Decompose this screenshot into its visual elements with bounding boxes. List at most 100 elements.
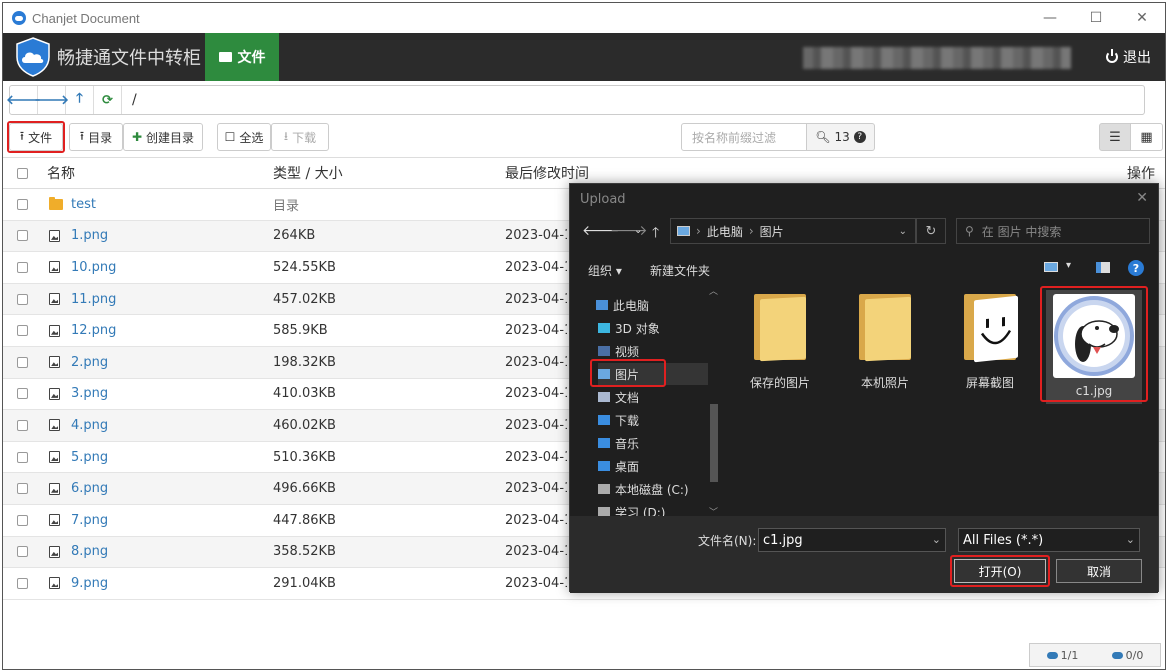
current-path[interactable]: / — [132, 92, 137, 108]
minimize-button[interactable]: — — [1027, 3, 1073, 33]
row-checkbox[interactable] — [17, 514, 28, 526]
tree-item-label: 学习 (D:) — [615, 505, 666, 517]
nav-tab-file-label: 文件 — [237, 50, 266, 66]
tree-item[interactable]: 3D 对象 — [598, 317, 710, 339]
grid-icon: ▦ — [1140, 129, 1153, 145]
file-name-link[interactable]: 10.png — [71, 252, 116, 283]
filename-input[interactable]: c1.jpg ⌄ — [758, 528, 946, 552]
file-name-link[interactable]: 7.png — [71, 505, 108, 536]
file-name-link[interactable]: 8.png — [71, 537, 108, 568]
dialog-address-bar[interactable]: › 此电脑 › 图片 ⌄ — [670, 218, 916, 244]
create-dir-button[interactable]: ✚ 创建目录 — [123, 123, 203, 151]
file-modified: 2023-04-11 — [505, 259, 567, 275]
row-checkbox[interactable] — [17, 483, 28, 495]
tree-scroll-thumb[interactable] — [710, 404, 718, 482]
file-name-link[interactable]: 4.png — [71, 410, 108, 441]
nav-tab-file[interactable]: 文件 — [205, 33, 279, 81]
upload-status[interactable]: 1/1 — [1046, 649, 1078, 662]
dialog-refresh-button[interactable]: ↻ — [916, 218, 946, 244]
close-window-button[interactable]: ✕ — [1119, 3, 1165, 33]
file-name-link[interactable]: 12.png — [71, 315, 116, 346]
dialog-help-icon[interactable]: ? — [1128, 260, 1144, 276]
tree-scrollbar[interactable]: ︿ ﹀ — [708, 284, 720, 518]
breadcrumb-this-pc[interactable]: 此电脑 — [707, 223, 743, 240]
file-name-link[interactable]: 3.png — [71, 379, 108, 410]
file-name-link[interactable]: test — [71, 189, 96, 220]
row-checkbox[interactable] — [17, 356, 28, 368]
filter-input[interactable]: 按名称前缀过滤 — [681, 123, 807, 151]
row-checkbox[interactable] — [17, 261, 28, 273]
row-checkbox[interactable] — [17, 198, 28, 210]
row-checkbox[interactable] — [17, 419, 28, 431]
cancel-button[interactable]: 取消 — [1056, 559, 1142, 583]
transfer-status: 1/1 0/0 — [1029, 643, 1161, 667]
view-options-icon[interactable] — [1044, 262, 1058, 272]
folder-screenshots[interactable]: 屏幕截图 — [942, 294, 1038, 391]
image-file-icon — [49, 261, 60, 274]
preview-pane-icon[interactable] — [1096, 262, 1110, 273]
row-checkbox[interactable] — [17, 451, 28, 463]
drive-icon — [598, 507, 610, 516]
grid-view-button[interactable]: ▦ — [1131, 123, 1163, 151]
organize-menu[interactable]: 组织 ▾ — [588, 262, 622, 279]
refresh-button[interactable]: ⟳ — [94, 86, 122, 114]
tree-item[interactable]: 此电脑 — [596, 294, 708, 316]
tree-item[interactable]: 下载 — [598, 409, 710, 431]
computer-icon — [596, 300, 608, 310]
row-checkbox[interactable] — [17, 546, 28, 558]
file-name-link[interactable]: 11.png — [71, 284, 116, 315]
dialog-search-input[interactable]: ⚲ 在 图片 中搜索 — [956, 218, 1150, 244]
file-name-link[interactable]: 1.png — [71, 221, 108, 252]
folder-camera-roll[interactable]: 本机照片 — [837, 294, 933, 391]
filename-value: c1.jpg — [763, 532, 803, 548]
breadcrumb-pictures[interactable]: 图片 — [760, 223, 784, 240]
row-checkbox[interactable] — [17, 577, 28, 589]
chevron-down-icon[interactable]: ⌄ — [1126, 533, 1135, 546]
view-dropdown-icon[interactable]: ▾ — [1066, 260, 1071, 271]
plus-icon: ✚ — [131, 130, 143, 144]
create-dir-label: 创建目录 — [146, 130, 195, 145]
row-checkbox[interactable] — [17, 293, 28, 305]
tree-item[interactable]: 音乐 — [598, 432, 710, 454]
forward-button[interactable]: 🡒 — [34, 86, 69, 114]
chevron-down-icon[interactable]: ⌄ — [932, 533, 941, 546]
select-all-checkbox[interactable] — [17, 167, 28, 179]
download-arrow-icon — [598, 415, 610, 425]
image-file-icon — [49, 514, 60, 527]
filter-count[interactable]: 🔍︎ 13 ? — [807, 123, 875, 151]
maximize-button[interactable]: ☐ — [1073, 3, 1119, 33]
chevron-down-icon[interactable]: ⌄ — [899, 226, 907, 237]
folder-saved-pictures[interactable]: 保存的图片 — [732, 294, 828, 391]
dialog-close-button[interactable]: ✕ — [1136, 190, 1148, 206]
file-name-link[interactable]: 5.png — [71, 442, 108, 473]
file-name-link[interactable]: 6.png — [71, 473, 108, 504]
download-button[interactable]: ⭳ 下载 — [271, 123, 329, 151]
download-status[interactable]: 0/0 — [1111, 649, 1143, 662]
search-icon: ⚲ — [965, 224, 974, 238]
tree-item[interactable]: 本地磁盘 (C:) — [598, 478, 710, 500]
recent-dropdown-icon[interactable]: ⌄ — [634, 225, 642, 236]
new-folder-button[interactable]: 新建文件夹 — [650, 262, 710, 279]
cloud-download-icon — [1111, 652, 1123, 659]
file-name-link[interactable]: 9.png — [71, 568, 108, 599]
up-button[interactable]: 🡑 — [66, 86, 94, 114]
logout-button[interactable]: 退出 — [1106, 33, 1151, 81]
upload-dir-button[interactable]: ⭱ 目录 — [69, 123, 123, 151]
tree-item[interactable]: 文档 — [598, 386, 710, 408]
filetype-select[interactable]: All Files (*.*) ⌄ — [958, 528, 1140, 552]
select-all-button[interactable]: ☐ 全选 — [217, 123, 271, 151]
col-name[interactable]: 名称 — [47, 158, 75, 188]
row-checkbox[interactable] — [17, 230, 28, 242]
list-view-button[interactable]: ☰ — [1099, 123, 1131, 151]
row-checkbox[interactable] — [17, 388, 28, 400]
col-type-size[interactable]: 类型 / 大小 — [273, 158, 343, 188]
tree-item[interactable]: 桌面 — [598, 455, 710, 477]
row-checkbox[interactable] — [17, 325, 28, 337]
highlight-pictures-item — [590, 359, 666, 387]
dialog-title: Upload — [580, 192, 626, 207]
folder-label: 本机照片 — [860, 376, 909, 390]
folder-icon — [754, 294, 806, 362]
tree-item[interactable]: 学习 (D:) — [598, 501, 710, 516]
file-name-link[interactable]: 2.png — [71, 347, 108, 378]
dialog-up-button[interactable]: 🡑 — [652, 222, 659, 246]
